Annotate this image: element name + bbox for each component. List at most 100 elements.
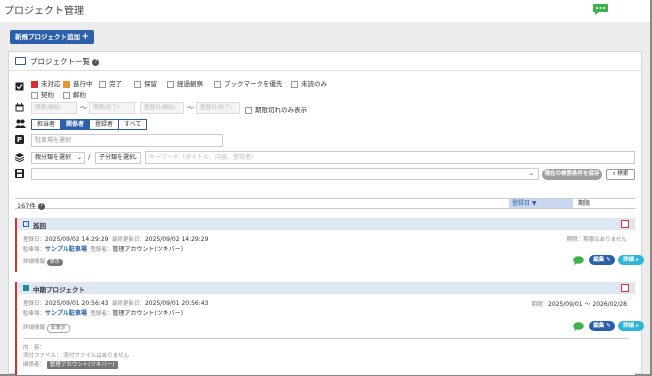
parking-select[interactable]: 駐車場を選択 <box>31 134 223 147</box>
saved-condition-select[interactable]: ⌄ <box>31 168 539 180</box>
reg-start-input[interactable]: 登録日(開始) <box>140 102 184 114</box>
keyword-input[interactable]: キーワード（タイトル、内容、登録者） <box>145 151 635 164</box>
status-square-icon <box>23 285 29 291</box>
filter-in-progress[interactable]: 進行中 <box>63 78 93 88</box>
filter-unread-only[interactable]: 未読のみ <box>291 78 327 88</box>
tab-related[interactable]: 関係者 <box>61 120 91 129</box>
bookmark-icon[interactable] <box>621 220 629 228</box>
users-icon <box>15 119 26 128</box>
tab-assignee[interactable]: 担当者 <box>32 120 62 129</box>
sort-regdate[interactable]: 登録日 ▼ <box>509 199 573 208</box>
role-tabs: 担当者 関係者 登録者 すべて <box>31 119 148 130</box>
checkbox-icon <box>15 82 24 91</box>
filter-bookmark-priority[interactable]: ブックマークを優先 <box>214 78 283 88</box>
checkbox-unhandled[interactable] <box>31 80 38 88</box>
project-card: 巡回 登録日：2025/09/02 14:29:29 最終更新日：2025/09… <box>15 218 644 272</box>
reg-end-input[interactable]: 登録日(終了) <box>196 102 240 114</box>
panel-title: プロジェクト一覧 <box>30 57 90 66</box>
deadline-end-input[interactable]: 期限(終了) <box>89 102 135 114</box>
sort-deadline[interactable]: 期限 <box>575 199 590 208</box>
card-header[interactable]: 中期プロジェクト <box>17 282 635 294</box>
page-title: プロジェクト管理 <box>4 6 84 17</box>
save-icon <box>15 169 24 178</box>
detail-button[interactable]: 詳細 ▸ <box>618 255 644 265</box>
divider <box>23 338 629 339</box>
detail-info: 詳細情報 表示 <box>23 257 63 266</box>
dates-meta: 登録日：2025/09/02 14:29:29 最終更新日：2025/09/02… <box>23 236 209 243</box>
member-badge: 管理アカウント(ツキバー) <box>46 361 118 369</box>
filter-expired-only[interactable]: 期限切れのみ表示 <box>245 104 307 114</box>
deadline-meta: 期限：期限はありません <box>566 237 627 243</box>
members-row: 関係者： 管理アカウント(ツキバー) <box>23 360 118 369</box>
list-header: 167件 ? 登録日 ▼ 期限 <box>15 198 635 210</box>
parking-link[interactable]: サンプル駐車場 <box>45 246 87 253</box>
chevron-down-icon: ⌄ <box>76 154 82 161</box>
date-tilde-2: 〜 <box>187 104 194 112</box>
edit-button[interactable]: 編集 ✎ <box>589 255 615 265</box>
checkbox-complete[interactable] <box>99 80 106 88</box>
plus-icon: + <box>81 32 89 42</box>
detail-toggle[interactable]: 表示 <box>46 259 63 266</box>
search-icon: ⌕ <box>612 171 616 177</box>
chat-icon[interactable] <box>573 256 584 265</box>
filter-unhandled[interactable]: 未対応 <box>31 78 61 88</box>
help-icon[interactable]: ? <box>38 202 45 210</box>
new-project-button[interactable]: 新規プロジェクト追加 + <box>10 30 94 44</box>
save-condition-button[interactable]: 現在の検索条件を保存 <box>542 169 602 180</box>
deadline-start-input[interactable]: 期限(開始) <box>31 102 77 114</box>
detail-button[interactable]: 詳細 ▸ <box>618 321 644 331</box>
chevron-down-icon: ⌄ <box>528 170 534 177</box>
project-title[interactable]: 中期プロジェクト <box>33 284 85 294</box>
category-separator: / <box>88 153 91 161</box>
list-icon <box>15 57 26 65</box>
checkbox-unread-only[interactable] <box>291 80 298 88</box>
layers-icon <box>15 153 24 162</box>
new-project-label: 新規プロジェクト追加 <box>15 33 80 41</box>
chat-icon[interactable] <box>592 3 609 16</box>
content-row: 内 容： <box>23 345 46 351</box>
header: プロジェクト管理 <box>0 0 650 22</box>
checkbox-bookmark-priority[interactable] <box>214 80 221 88</box>
project-title[interactable]: 巡回 <box>33 220 46 230</box>
edit-button[interactable]: 編集 ✎ <box>589 321 615 331</box>
deadline-meta: 期限：2025/09/01 〜 2026/02/28 <box>531 301 628 308</box>
search-button[interactable]: ⌕ 検索 <box>606 169 635 180</box>
filter-cancel[interactable]: 解約 <box>63 89 86 99</box>
category-main-select[interactable]: 親分類を選択 ⌄ <box>31 152 85 164</box>
tab-all[interactable]: すべて <box>119 120 147 129</box>
parking-icon: P <box>15 135 24 144</box>
checkbox-in-progress[interactable] <box>63 80 70 88</box>
chat-icon[interactable] <box>573 322 584 331</box>
parking-link[interactable]: サンプル駐車場 <box>45 310 87 317</box>
card-header[interactable]: 巡回 <box>17 218 635 230</box>
category-sub-select[interactable]: 子分類を選択 ⌄ <box>95 152 141 164</box>
checkbox-hold[interactable] <box>134 80 141 88</box>
parking-meta: 駐車場：サンプル駐車場 登録者：管理アカウント(ツキバー) <box>23 246 184 253</box>
help-icon[interactable]: ? <box>92 58 100 66</box>
parking-meta: 駐車場：サンプル駐車場 登録者：管理アカウント(ツキバー) <box>23 310 184 317</box>
chevron-down-icon: ⌄ <box>132 154 138 161</box>
svg-text:P: P <box>17 136 22 144</box>
calendar-icon <box>15 103 24 112</box>
filter-complete[interactable]: 完了 <box>99 78 122 88</box>
result-count: 167件 ? <box>17 200 45 210</box>
filter-contract[interactable]: 契約 <box>31 89 54 99</box>
checkbox-contract[interactable] <box>31 91 38 99</box>
project-list-panel: プロジェクト一覧 ? 未対応 進行中 完了 保留 経過観察 ブックマークを優先 … <box>8 51 644 375</box>
attachment-row: 添付ファイル： 添付ファイルはありません <box>23 353 130 359</box>
detail-toggle[interactable]: 非表示 <box>46 324 70 333</box>
checkbox-observation[interactable] <box>167 80 174 88</box>
checkbox-expired-only[interactable] <box>245 106 252 114</box>
panel-header: プロジェクト一覧 ? <box>15 56 635 68</box>
detail-info: 詳細情報 非表示 <box>23 323 70 333</box>
filter-observation[interactable]: 経過観察 <box>167 78 203 88</box>
checkbox-cancel[interactable] <box>63 91 70 99</box>
filter-hold[interactable]: 保留 <box>134 78 157 88</box>
project-card: 中期プロジェクト 登録日：2025/09/01 20:56:43 最終更新日：2… <box>15 282 644 375</box>
status-square-icon <box>23 221 29 227</box>
tab-registrant[interactable]: 登録者 <box>90 120 120 129</box>
dates-meta: 登録日：2025/09/01 20:56:43 最終更新日：2025/09/01… <box>23 300 209 307</box>
app-frame: プロジェクト管理 新規プロジェクト追加 + プロジェクト一覧 ? 未対応 進行中… <box>0 0 652 376</box>
bookmark-icon[interactable] <box>621 284 629 292</box>
divider <box>9 70 641 71</box>
